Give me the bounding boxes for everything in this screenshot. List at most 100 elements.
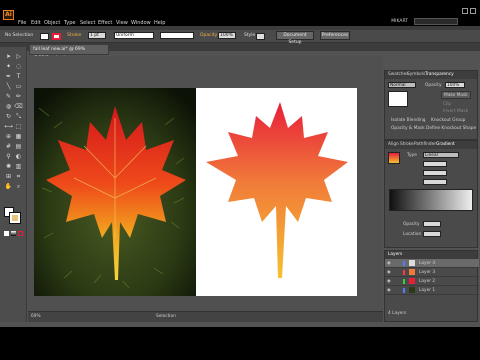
rectangle-tool-icon[interactable]: ▭ [14,83,23,91]
paintbrush-icon[interactable]: ✎ [4,93,13,101]
gradient-slider[interactable] [389,189,473,211]
stroke-gradient-field[interactable] [423,161,447,167]
stroke-swatch[interactable] [52,33,61,40]
menu-type[interactable]: Type [64,20,75,26]
gradient-type-select[interactable]: Linear [423,152,459,158]
symbol-sprayer-icon[interactable]: ✺ [4,163,13,171]
pencil-icon[interactable]: ✏ [14,93,23,101]
layer-row[interactable]: ◉ Layer 4 [385,259,479,268]
opacity-label[interactable]: Opacity [200,33,217,38]
mesh-tool-icon[interactable]: # [4,143,13,151]
shape-builder-icon[interactable]: ⊕ [4,133,13,141]
magic-wand-icon[interactable]: ✦ [4,63,13,71]
layer-color-bar [403,261,405,266]
style-label: Style [244,33,256,38]
gradient-location-label: Location [403,232,422,237]
eraser-icon[interactable]: ⌫ [14,103,23,111]
document-setup-button[interactable]: Document Setup [276,31,314,45]
transparency-tabs: Swatches Symbols Transparency [385,71,477,79]
minimize-button[interactable] [462,8,468,14]
menu-object[interactable]: Object [44,20,60,26]
layer-row[interactable]: ◉ Layer 3 [385,268,479,277]
color-mode-icon[interactable] [4,231,9,236]
clip-checkbox[interactable]: Clip [443,102,451,107]
gradient-tool-icon[interactable]: ▤ [14,143,23,151]
workspace-switcher[interactable]: MIKART [391,19,408,24]
visibility-eye-icon[interactable]: ◉ [387,270,391,275]
aspect-ratio-field[interactable] [423,179,447,185]
isolate-blending-checkbox[interactable]: Isolate Blending [391,118,426,123]
perspective-grid-icon[interactable]: ▦ [14,133,23,141]
lasso-icon[interactable]: ◌ [14,63,23,71]
stroke-label[interactable]: Stroke [67,33,81,38]
gradient-location-field[interactable] [423,231,441,237]
tab-transparency[interactable]: Transparency [425,72,454,77]
visibility-eye-icon[interactable]: ◉ [387,261,391,266]
vector-leaf[interactable] [198,98,358,284]
stroke-weight-field[interactable]: 1 pt [88,32,106,39]
variable-width-profile[interactable]: Uniform [114,32,154,39]
preferences-button[interactable]: Preferences [320,31,350,40]
selection-tool-icon[interactable]: ➤ [4,53,13,61]
pen-tool-icon[interactable]: ✒ [4,73,13,81]
opacity-input[interactable]: 100% [445,82,465,88]
tab-swatches[interactable]: Swatches [388,72,409,77]
opacity-mask-knockout-checkbox[interactable]: Opacity & Mask Define Knockout Shape [391,126,476,131]
graphic-style-swatch[interactable] [256,33,265,40]
free-transform-icon[interactable]: ⬚ [14,123,23,131]
layer-thumbnail [409,269,415,275]
invert-mask-checkbox[interactable]: Invert Mask [443,109,468,114]
width-tool-icon[interactable]: ⟷ [4,123,13,131]
tab-stroke[interactable]: Stroke [400,142,414,147]
zoom-level[interactable]: 69% [31,314,41,319]
document-tab[interactable]: fall leaf new.ai* @ 69% (RGB/Preview) [29,44,109,61]
menu-help[interactable]: Help [154,20,165,26]
fill-swatch[interactable] [40,33,49,40]
slice-tool-icon[interactable]: ⌗ [14,173,23,181]
menu-window[interactable]: Window [131,20,151,26]
visibility-eye-icon[interactable]: ◉ [387,288,391,293]
tab-gradient[interactable]: Gradient [436,142,455,147]
hand-tool-icon[interactable]: ✋ [4,183,13,191]
menu-effect[interactable]: Effect [98,20,112,26]
angle-field[interactable] [423,170,447,176]
zoom-tool-icon[interactable]: ⌕ [14,183,23,191]
close-button[interactable] [470,8,476,14]
gradient-opacity-field[interactable] [423,221,441,227]
scale-tool-icon[interactable]: ⤡ [14,113,23,121]
transparency-panel: Swatches Symbols Transparency Normal Opa… [384,70,478,140]
gradient-thumbnail[interactable] [388,152,400,164]
brush-definition[interactable] [160,32,194,39]
menu-file[interactable]: File [18,20,26,26]
tab-layers[interactable]: Layers [388,252,402,257]
line-tool-icon[interactable]: ╲ [4,83,13,91]
direct-selection-icon[interactable]: ▷ [14,53,23,61]
tab-align[interactable]: Align [388,142,399,147]
menu-select[interactable]: Select [80,20,95,26]
opacity-field[interactable]: 100% [218,32,236,39]
layer-row[interactable]: ◉ Layer 1 [385,286,479,295]
tab-symbols[interactable]: Symbols [407,72,425,77]
tab-pathfinder[interactable]: Pathfinder [414,142,436,147]
search-field[interactable] [414,18,458,25]
type-tool-icon[interactable]: T [14,73,23,81]
gradient-opacity-label: Opacity [403,222,420,227]
menu-view[interactable]: View [116,20,128,26]
eyedropper-icon[interactable]: ⚲ [4,153,13,161]
layer-row[interactable]: ◉ Layer 2 [385,277,479,286]
make-mask-button[interactable]: Make Mask [441,91,471,99]
stroke-color-box[interactable] [9,212,21,224]
thumbnail [388,91,408,107]
menu-edit[interactable]: Edit [31,20,41,26]
knockout-group-checkbox[interactable]: Knockout Group [431,118,465,123]
blend-tool-icon[interactable]: ◐ [14,153,23,161]
rotate-tool-icon[interactable]: ↻ [4,113,13,121]
layer-thumbnail [409,260,415,266]
blob-brush-icon[interactable]: ◍ [4,103,13,111]
artboard-tool-icon[interactable]: ⊞ [4,173,13,181]
none-mode-icon[interactable] [18,231,23,236]
gradient-mode-icon[interactable] [11,231,16,236]
blend-mode-select[interactable]: Normal [388,82,416,88]
visibility-eye-icon[interactable]: ◉ [387,279,391,284]
graph-tool-icon[interactable]: ▥ [14,163,23,171]
